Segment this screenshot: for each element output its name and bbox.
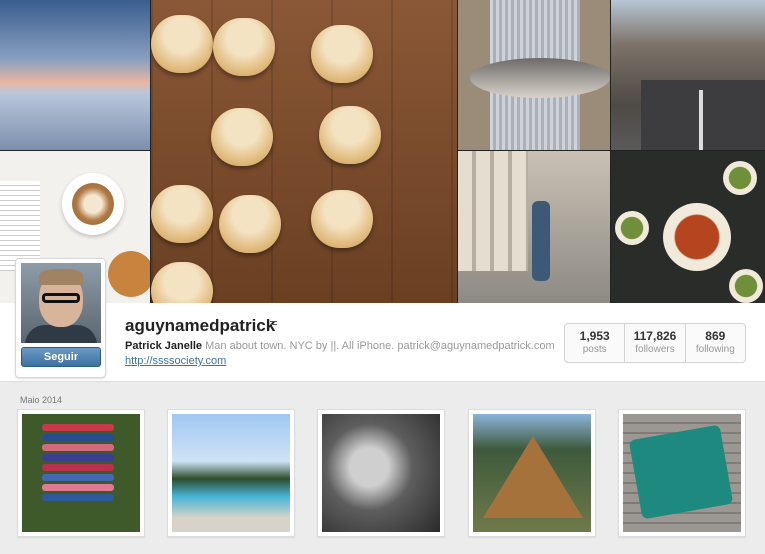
dish-shape <box>723 161 757 195</box>
mat-shape <box>42 424 114 431</box>
yoga-mats-image <box>22 414 140 532</box>
mosaic-sliders-photo[interactable] <box>151 0 457 303</box>
stat-posts[interactable]: 1,953 posts <box>565 324 626 362</box>
feed-photo[interactable] <box>317 409 445 537</box>
tent-shape <box>483 436 583 518</box>
mat-shape <box>42 464 114 471</box>
stat-value: 117,826 <box>633 329 677 343</box>
building-shape <box>458 151 528 271</box>
website-link[interactable]: http://ssssociety.com <box>125 355 226 367</box>
road-shape <box>641 80 765 150</box>
profile-page: Seguir aguynamedpatrick Patrick Janelle … <box>0 0 765 554</box>
bun-shape <box>151 262 213 303</box>
follow-button[interactable]: Seguir <box>21 347 101 367</box>
mat-shape <box>42 494 114 501</box>
pool-image <box>172 414 290 532</box>
stat-followers[interactable]: 117,826 followers <box>625 324 686 362</box>
feed-photo[interactable] <box>167 409 295 537</box>
tray-shape <box>628 424 734 520</box>
tent-image <box>473 414 591 532</box>
feed-photo[interactable] <box>618 409 746 537</box>
mosaic-sky-photo[interactable] <box>0 0 150 150</box>
profile-header: Seguir aguynamedpatrick Patrick Janelle … <box>0 258 765 382</box>
stat-following[interactable]: 869 following <box>686 324 745 362</box>
mat-shape <box>42 444 114 451</box>
dish-shape <box>615 211 649 245</box>
road-line-shape <box>699 90 703 150</box>
mosaic-walker-photo[interactable] <box>458 151 610 303</box>
latte-art-shape <box>72 183 114 225</box>
lunch-tray-image <box>623 414 741 532</box>
stat-label: following <box>695 344 735 355</box>
bun-shape <box>151 185 213 243</box>
mat-shape <box>42 484 114 491</box>
stat-label: followers <box>635 344 675 355</box>
bun-shape <box>211 108 273 166</box>
mosaic-street-photo[interactable] <box>611 0 765 150</box>
username: aguynamedpatrick <box>125 316 276 335</box>
stats-box: 1,953 posts 117,826 followers 869 follow… <box>564 323 746 363</box>
bun-shape <box>213 18 275 76</box>
bun-shape <box>311 25 373 83</box>
bw-skewers-image <box>322 414 440 532</box>
cookie-shape <box>108 251 150 297</box>
avatar-glasses-shape <box>42 293 80 303</box>
feed-photo[interactable] <box>17 409 145 537</box>
plate-shape <box>663 203 731 271</box>
bun-shape <box>311 190 373 248</box>
bio: Patrick Janelle Man about town. NYC by |… <box>125 340 555 352</box>
avatar-body-shape <box>25 325 97 343</box>
stat-value: 1,953 <box>579 329 610 343</box>
feed-photo[interactable] <box>468 409 596 537</box>
bun-shape <box>319 106 381 164</box>
dish-shape <box>729 269 763 303</box>
bun-shape <box>219 195 281 253</box>
stat-label: posts <box>582 344 607 355</box>
mat-shape <box>42 454 114 461</box>
avatar-hair-shape <box>39 269 83 285</box>
avatar-card: Seguir <box>15 258 106 378</box>
mosaic-fish-photo[interactable] <box>458 0 610 150</box>
fish-shape <box>470 58 610 98</box>
mosaic-dinner-photo[interactable] <box>611 151 765 303</box>
mat-shape <box>42 434 114 441</box>
full-name: Patrick Janelle <box>125 340 203 352</box>
menu-icon[interactable] <box>270 321 277 325</box>
stat-value: 869 <box>705 329 726 343</box>
bun-shape <box>151 15 213 73</box>
header-mosaic <box>0 0 765 303</box>
walker-shape <box>532 201 550 281</box>
bio-text: Man about town. NYC by ||. All iPhone. p… <box>205 340 555 352</box>
mat-shape <box>42 474 114 481</box>
avatar[interactable] <box>21 263 101 343</box>
month-label: Maio 2014 <box>20 395 63 405</box>
